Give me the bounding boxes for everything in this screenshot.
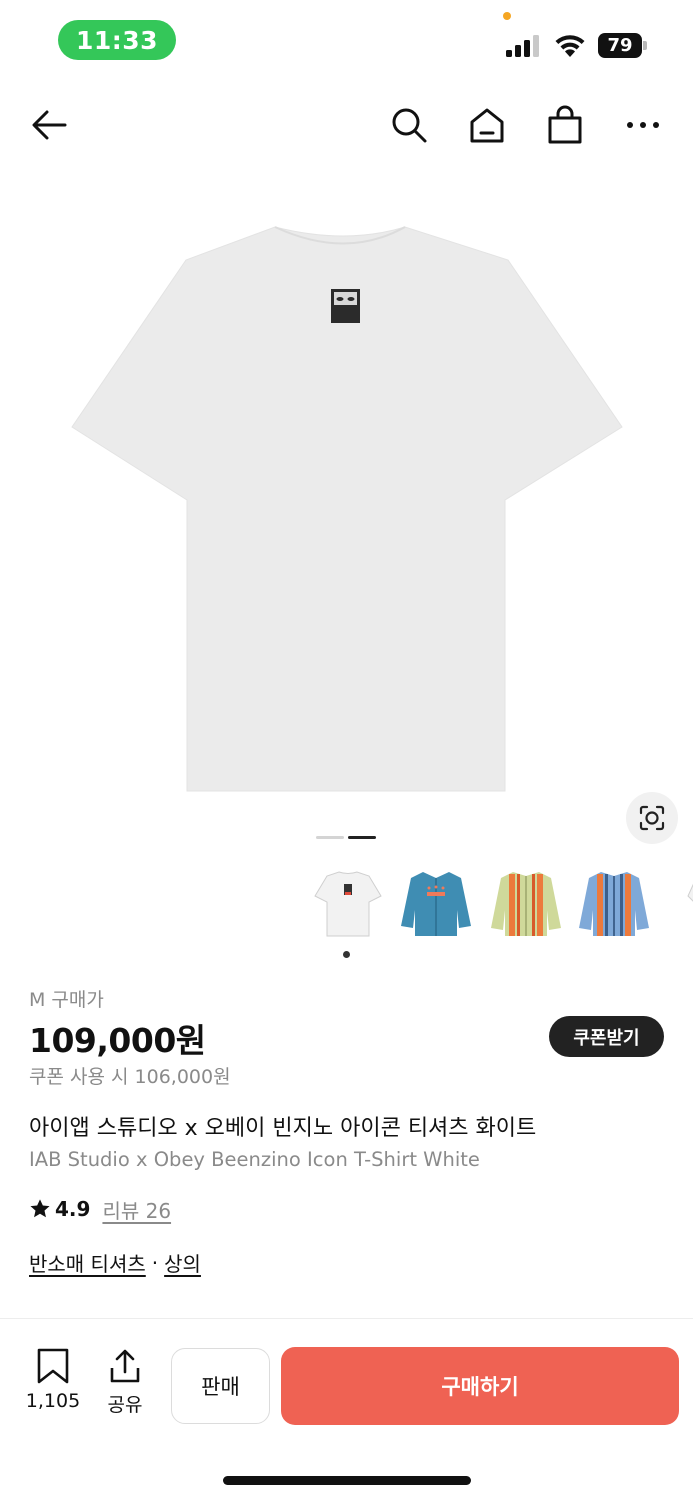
thumbnail-blue-orange-cardigan[interactable] xyxy=(574,860,654,946)
category-breadcrumb: 반소매 티셔츠 · 상의 xyxy=(29,1248,201,1277)
section-divider xyxy=(0,1318,693,1319)
product-title-korean: 아이앱 스튜디오 x 오베이 빈지노 아이콘 티셔츠 화이트 xyxy=(29,1116,537,1141)
thumbnail-green-orange-cardigan[interactable] xyxy=(486,860,566,946)
bookmark-count: 1,105 xyxy=(25,1390,81,1412)
status-bar: 11:33 79 xyxy=(0,0,693,80)
battery-icon: 79 xyxy=(598,33,648,58)
battery-cap xyxy=(643,41,647,50)
tshirt-back-illustration xyxy=(71,226,623,792)
bookmark-icon xyxy=(37,1348,69,1384)
home-icon[interactable] xyxy=(462,100,512,150)
share-label: 공유 xyxy=(107,1394,143,1416)
star-icon xyxy=(30,1199,50,1218)
bookmark-button[interactable]: 1,105 xyxy=(26,1348,80,1412)
back-arrow-icon[interactable] xyxy=(24,100,74,150)
buy-button[interactable]: 구매하기 xyxy=(281,1347,679,1425)
top-navigation xyxy=(0,90,693,160)
coupon-price-text: 쿠폰 사용 시 106,000원 xyxy=(29,1066,231,1088)
thumbnail-white-tshirt[interactable] xyxy=(308,860,388,946)
thumbnail-blue-jacket[interactable] xyxy=(396,860,476,946)
privacy-indicator-dot xyxy=(503,12,511,20)
rating-row: 4.9 리뷰 26 xyxy=(29,1195,171,1223)
rating-value: 4.9 xyxy=(55,1197,91,1221)
image-indicator-2 xyxy=(348,836,376,839)
status-time: 11:33 xyxy=(58,20,176,60)
category-separator: · xyxy=(151,1250,159,1275)
thumbnail-selected-dot xyxy=(343,951,350,958)
share-icon xyxy=(110,1349,140,1383)
product-thumbnail-strip xyxy=(300,860,693,950)
review-link[interactable]: 리뷰 26 xyxy=(102,1195,171,1224)
wifi-icon xyxy=(555,35,585,57)
bottom-action-bar: 1,105 공유 판매 구매하기 xyxy=(0,1330,693,1440)
more-icon[interactable] xyxy=(618,100,668,150)
category-link-short-sleeve[interactable]: 반소매 티셔츠 xyxy=(29,1248,146,1277)
shopping-bag-icon[interactable] xyxy=(540,100,590,150)
product-image[interactable] xyxy=(0,170,693,830)
thumbnail-partial-item[interactable] xyxy=(664,860,693,946)
sell-button[interactable]: 판매 xyxy=(171,1348,270,1424)
image-search-button[interactable] xyxy=(626,792,678,844)
share-button[interactable]: 공유 xyxy=(100,1348,150,1417)
category-link-tops[interactable]: 상의 xyxy=(164,1248,201,1277)
camera-lens-icon xyxy=(639,805,665,831)
cellular-signal-icon xyxy=(506,35,539,57)
get-coupon-button[interactable]: 쿠폰받기 xyxy=(549,1016,664,1057)
size-price-label: M 구매가 xyxy=(29,989,104,1011)
product-price: 109,000원 xyxy=(29,1021,206,1060)
image-indicator-1 xyxy=(316,836,344,839)
search-icon[interactable] xyxy=(384,100,434,150)
battery-level: 79 xyxy=(598,33,642,58)
home-indicator[interactable] xyxy=(223,1476,471,1485)
product-title-english: IAB Studio x Obey Beenzino Icon T-Shirt … xyxy=(29,1148,480,1171)
